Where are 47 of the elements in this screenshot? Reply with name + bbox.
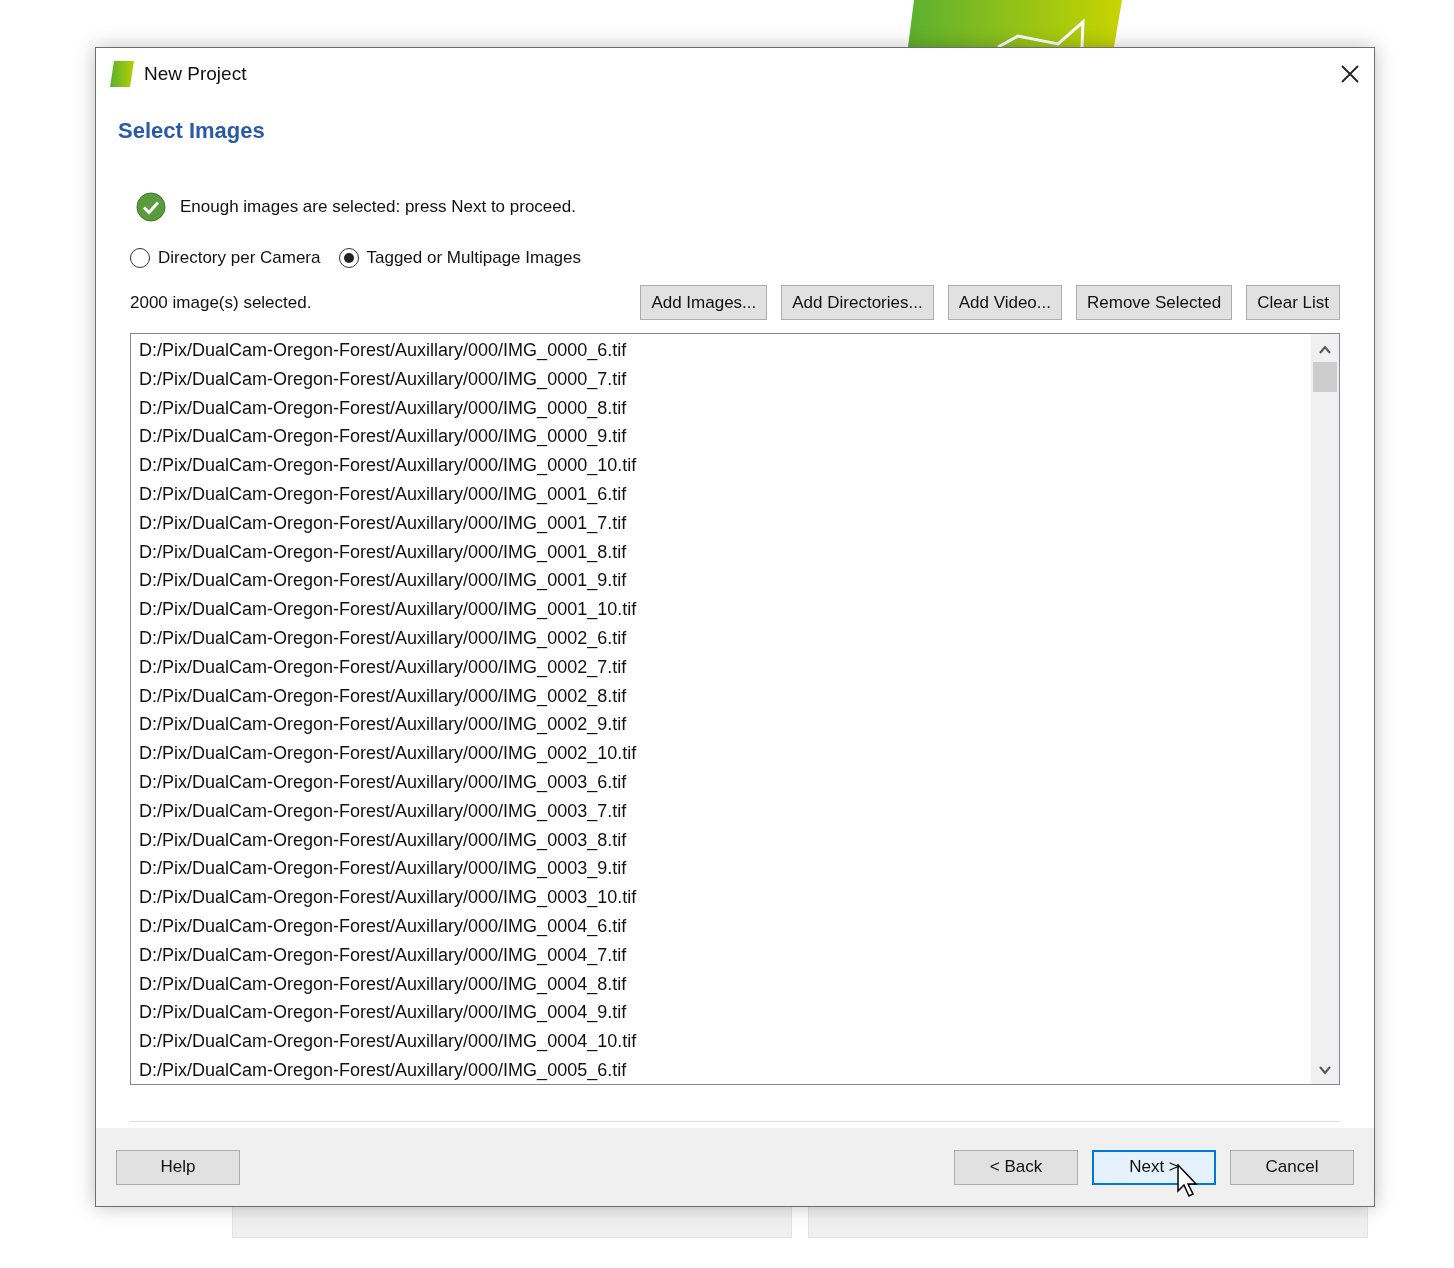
scrollbar-thumb[interactable] [1313, 362, 1337, 392]
file-list-item[interactable]: D:/Pix/DualCam-Oregon-Forest/Auxillary/000/IMG_0002_9.tif [139, 710, 627, 740]
file-list-item[interactable]: D:/Pix/DualCam-Oregon-Forest/Auxillary/000/IMG_0005_6.tif [139, 1055, 627, 1084]
window-title: New Project [144, 63, 248, 85]
list-action-button[interactable]: Add Video... [947, 285, 1062, 320]
file-list-item[interactable]: D:/Pix/DualCam-Oregon-Forest/Auxillary/000/IMG_0001_8.tif [139, 537, 627, 567]
file-list-item[interactable]: D:/Pix/DualCam-Oregon-Forest/Auxillary/000/IMG_0001_7.tif [139, 508, 627, 538]
file-list-item[interactable]: D:/Pix/DualCam-Oregon-Forest/Auxillary/000/IMG_0001_9.tif [139, 566, 627, 596]
status-message: Enough images are selected: press Next to proceed. [180, 197, 576, 217]
file-list-item[interactable]: D:/Pix/DualCam-Oregon-Forest/Auxillary/000/IMG_0003_9.tif [139, 854, 627, 884]
file-list-item[interactable]: D:/Pix/DualCam-Oregon-Forest/Auxillary/000/IMG_0001_10.tif [139, 595, 637, 624]
mouse-pointer-icon [1177, 1164, 1199, 1198]
file-list-item[interactable]: D:/Pix/DualCam-Oregon-Forest/Auxillary/000/IMG_0004_7.tif [139, 940, 627, 970]
file-list-item[interactable]: D:/Pix/DualCam-Oregon-Forest/Auxillary/000/IMG_0004_9.tif [139, 998, 627, 1028]
file-list-item[interactable]: D:/Pix/DualCam-Oregon-Forest/Auxillary/000/IMG_0000_7.tif [139, 364, 627, 394]
file-list-item[interactable]: D:/Pix/DualCam-Oregon-Forest/Auxillary/000/IMG_0002_10.tif [139, 739, 637, 768]
file-list-item[interactable]: D:/Pix/DualCam-Oregon-Forest/Auxillary/000/IMG_0002_6.tif [139, 623, 627, 653]
selection-count: 2000 image(s) selected. [130, 292, 313, 313]
file-list-item[interactable]: D:/Pix/DualCam-Oregon-Forest/Auxillary/000/IMG_0003_7.tif [139, 796, 627, 826]
app-icon [110, 61, 134, 87]
file-list-item[interactable]: D:/Pix/DualCam-Oregon-Forest/Auxillary/000/IMG_0000_8.tif [139, 393, 627, 423]
radio-option[interactable]: Directory per Camera [130, 248, 321, 268]
file-list-item[interactable]: D:/Pix/DualCam-Oregon-Forest/Auxillary/000/IMG_0003_6.tif [139, 767, 627, 797]
list-action-button[interactable]: Clear List [1246, 285, 1340, 320]
close-icon[interactable] [1340, 64, 1360, 84]
file-list-item[interactable]: D:/Pix/DualCam-Oregon-Forest/Auxillary/000/IMG_0003_10.tif [139, 883, 637, 912]
radio-option[interactable]: Tagged or Multipage Images [338, 248, 582, 268]
page-heading: Select Images [118, 118, 266, 144]
file-list-item[interactable]: D:/Pix/DualCam-Oregon-Forest/Auxillary/000/IMG_0001_6.tif [139, 480, 627, 509]
dialog-button[interactable]: < Back [954, 1149, 1078, 1185]
file-list-item[interactable]: D:/Pix/DualCam-Oregon-Forest/Auxillary/000/IMG_0004_10.tif [139, 1027, 637, 1056]
file-list-item[interactable]: D:/Pix/DualCam-Oregon-Forest/Auxillary/000/IMG_0004_6.tif [139, 911, 627, 941]
scrollbar[interactable] [1311, 334, 1339, 1084]
list-action-button[interactable]: Remove Selected [1076, 285, 1233, 320]
file-list-item[interactable]: D:/Pix/DualCam-Oregon-Forest/Auxillary/000/IMG_0000_9.tif [139, 422, 627, 452]
dialog-button[interactable]: Help [116, 1149, 240, 1185]
file-list-item[interactable]: D:/Pix/DualCam-Oregon-Forest/Auxillary/000/IMG_0002_7.tif [139, 652, 627, 682]
list-action-button[interactable]: Add Images... [640, 285, 768, 320]
file-list-item[interactable]: D:/Pix/DualCam-Oregon-Forest/Auxillary/000/IMG_0004_8.tif [139, 969, 627, 999]
file-list[interactable] [130, 333, 1340, 1085]
file-list-item[interactable]: D:/Pix/DualCam-Oregon-Forest/Auxillary/000/IMG_0003_8.tif [139, 825, 627, 855]
file-list-item[interactable]: D:/Pix/DualCam-Oregon-Forest/Auxillary/000/IMG_0002_8.tif [139, 681, 627, 711]
file-list-item[interactable]: D:/Pix/DualCam-Oregon-Forest/Auxillary/000/IMG_0000_10.tif [139, 451, 637, 480]
dialog-button[interactable]: Next > [1092, 1149, 1216, 1185]
file-list-item[interactable]: D:/Pix/DualCam-Oregon-Forest/Auxillary/000/IMG_0000_6.tif [139, 336, 627, 365]
list-action-button[interactable]: Add Directories... [781, 285, 934, 320]
dialog-button[interactable]: Cancel [1230, 1149, 1354, 1185]
